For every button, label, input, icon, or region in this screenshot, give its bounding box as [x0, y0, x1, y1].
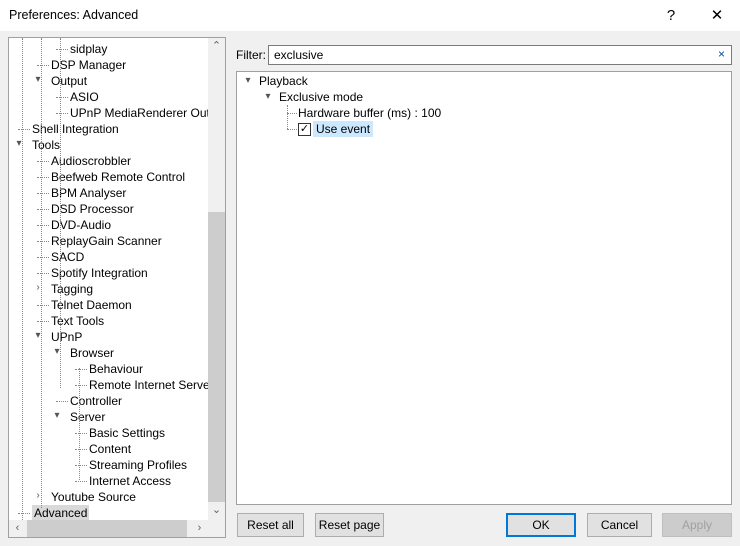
tree-item[interactable]: DSD Processor [51, 201, 134, 217]
tree-item[interactable]: DSP Manager [51, 57, 126, 73]
clear-filter-icon[interactable]: × [718, 47, 725, 61]
tree-item[interactable]: Remote Internet Servers [89, 377, 220, 393]
tree-item[interactable]: Browser [70, 345, 114, 361]
close-button[interactable]: ✕ [694, 0, 740, 31]
tree-item[interactable]: UPnP [51, 329, 82, 345]
horizontal-scrollbar[interactable]: ‹ › [9, 520, 225, 537]
tree-line [75, 385, 87, 386]
tree-line [37, 241, 49, 242]
tree-line [37, 273, 49, 274]
title-bar: Preferences: Advanced ? ✕ [0, 0, 740, 31]
scroll-corner [208, 520, 225, 537]
tree-item[interactable]: Internet Access [89, 473, 171, 489]
tree-item[interactable]: ASIO [70, 89, 99, 105]
tree-item[interactable]: Server [70, 409, 105, 425]
filter-value: exclusive [274, 48, 324, 62]
tree-line [56, 97, 68, 98]
cancel-button[interactable]: Cancel [587, 513, 652, 537]
vertical-scrollbar[interactable]: ⌃ ⌄ [208, 38, 225, 520]
apply-button[interactable]: Apply [662, 513, 732, 537]
tree-line [287, 105, 288, 129]
use-event-checkbox[interactable]: ✓ [298, 123, 311, 136]
filter-label: Filter: [236, 48, 266, 62]
tree-line [37, 161, 49, 162]
tree-item[interactable]: Youtube Source [51, 489, 136, 505]
window-title: Preferences: Advanced [9, 8, 139, 22]
tree-line [56, 113, 68, 114]
tree-line [287, 129, 297, 130]
scroll-left-icon[interactable]: ‹ [9, 520, 26, 537]
tree-line [37, 305, 49, 306]
tree-item[interactable]: BPM Analyser [51, 185, 126, 201]
tree-line [60, 38, 61, 388]
tree-item[interactable]: Shell Integration [32, 121, 119, 137]
tree-item[interactable]: Controller [70, 393, 122, 409]
hardware-buffer-setting[interactable]: Hardware buffer (ms) : 100 [298, 105, 441, 121]
tree-line [37, 177, 49, 178]
tree-item[interactable]: Tagging [51, 281, 93, 297]
tree-line [287, 113, 297, 114]
tree-line [18, 129, 30, 130]
tree-item[interactable]: SACD [51, 249, 84, 265]
tree-line [75, 465, 87, 466]
chevron-down-icon[interactable]: ▾ [263, 91, 273, 102]
tree-item[interactable]: Telnet Daemon [51, 297, 132, 313]
filter-input[interactable]: exclusive × [268, 45, 732, 65]
tree-item[interactable]: Audioscrobbler [51, 153, 131, 169]
tree-item[interactable]: Text Tools [51, 313, 104, 329]
tree-item[interactable]: Output [51, 73, 87, 89]
tree-item[interactable]: Basic Settings [89, 425, 165, 441]
scrollbar-thumb[interactable] [208, 212, 225, 502]
tree-item[interactable]: Streaming Profiles [89, 457, 187, 473]
tree-line [37, 225, 49, 226]
use-event-label[interactable]: Use event [313, 121, 374, 137]
scroll-down-icon[interactable]: ⌄ [208, 502, 225, 519]
chevron-down-icon[interactable]: ▾ [52, 410, 62, 421]
tree-line [75, 433, 87, 434]
hscrollbar-thumb[interactable] [27, 520, 187, 537]
reset-all-button[interactable]: Reset all [237, 513, 304, 537]
tree-line [37, 257, 49, 258]
tree-item[interactable]: Behaviour [89, 361, 143, 377]
tree-item[interactable]: Content [89, 441, 131, 457]
tree-line [75, 481, 87, 482]
tree-line [22, 38, 23, 537]
chevron-down-icon[interactable]: ▾ [243, 75, 253, 86]
reset-page-button[interactable]: Reset page [315, 513, 384, 537]
preferences-tree: sidplay DSP Manager ▾ Output ASIO UPnP MediaR… [8, 37, 226, 538]
tree-line [75, 369, 87, 370]
tree-line [18, 513, 30, 514]
tree-item-playback[interactable]: Playback [259, 73, 308, 89]
tree-line [41, 38, 42, 508]
scroll-up-icon[interactable]: ⌃ [208, 38, 225, 55]
help-button[interactable]: ? [648, 0, 694, 31]
tree-line [75, 449, 87, 450]
tree-item[interactable]: ReplayGain Scanner [51, 233, 162, 249]
tree-line [56, 401, 68, 402]
tree-line [37, 65, 49, 66]
tree-item[interactable]: Spotify Integration [51, 265, 148, 281]
tree-line [37, 193, 49, 194]
tree-item[interactable]: sidplay [70, 41, 107, 57]
tree-item[interactable]: UPnP MediaRenderer Output [70, 105, 225, 121]
tree-line [79, 368, 80, 480]
tree-item-exclusive-mode[interactable]: Exclusive mode [279, 89, 363, 105]
tree-item[interactable]: Tools [32, 137, 60, 153]
scroll-right-icon[interactable]: › [191, 520, 208, 537]
tree-line [37, 209, 49, 210]
settings-tree: ▾ Playback ▾ Exclusive mode Hardware buf… [236, 71, 732, 505]
ok-button[interactable]: OK [506, 513, 576, 537]
tree-line [56, 49, 68, 50]
tree-line [37, 321, 49, 322]
tree-item[interactable]: Beefweb Remote Control [51, 169, 185, 185]
